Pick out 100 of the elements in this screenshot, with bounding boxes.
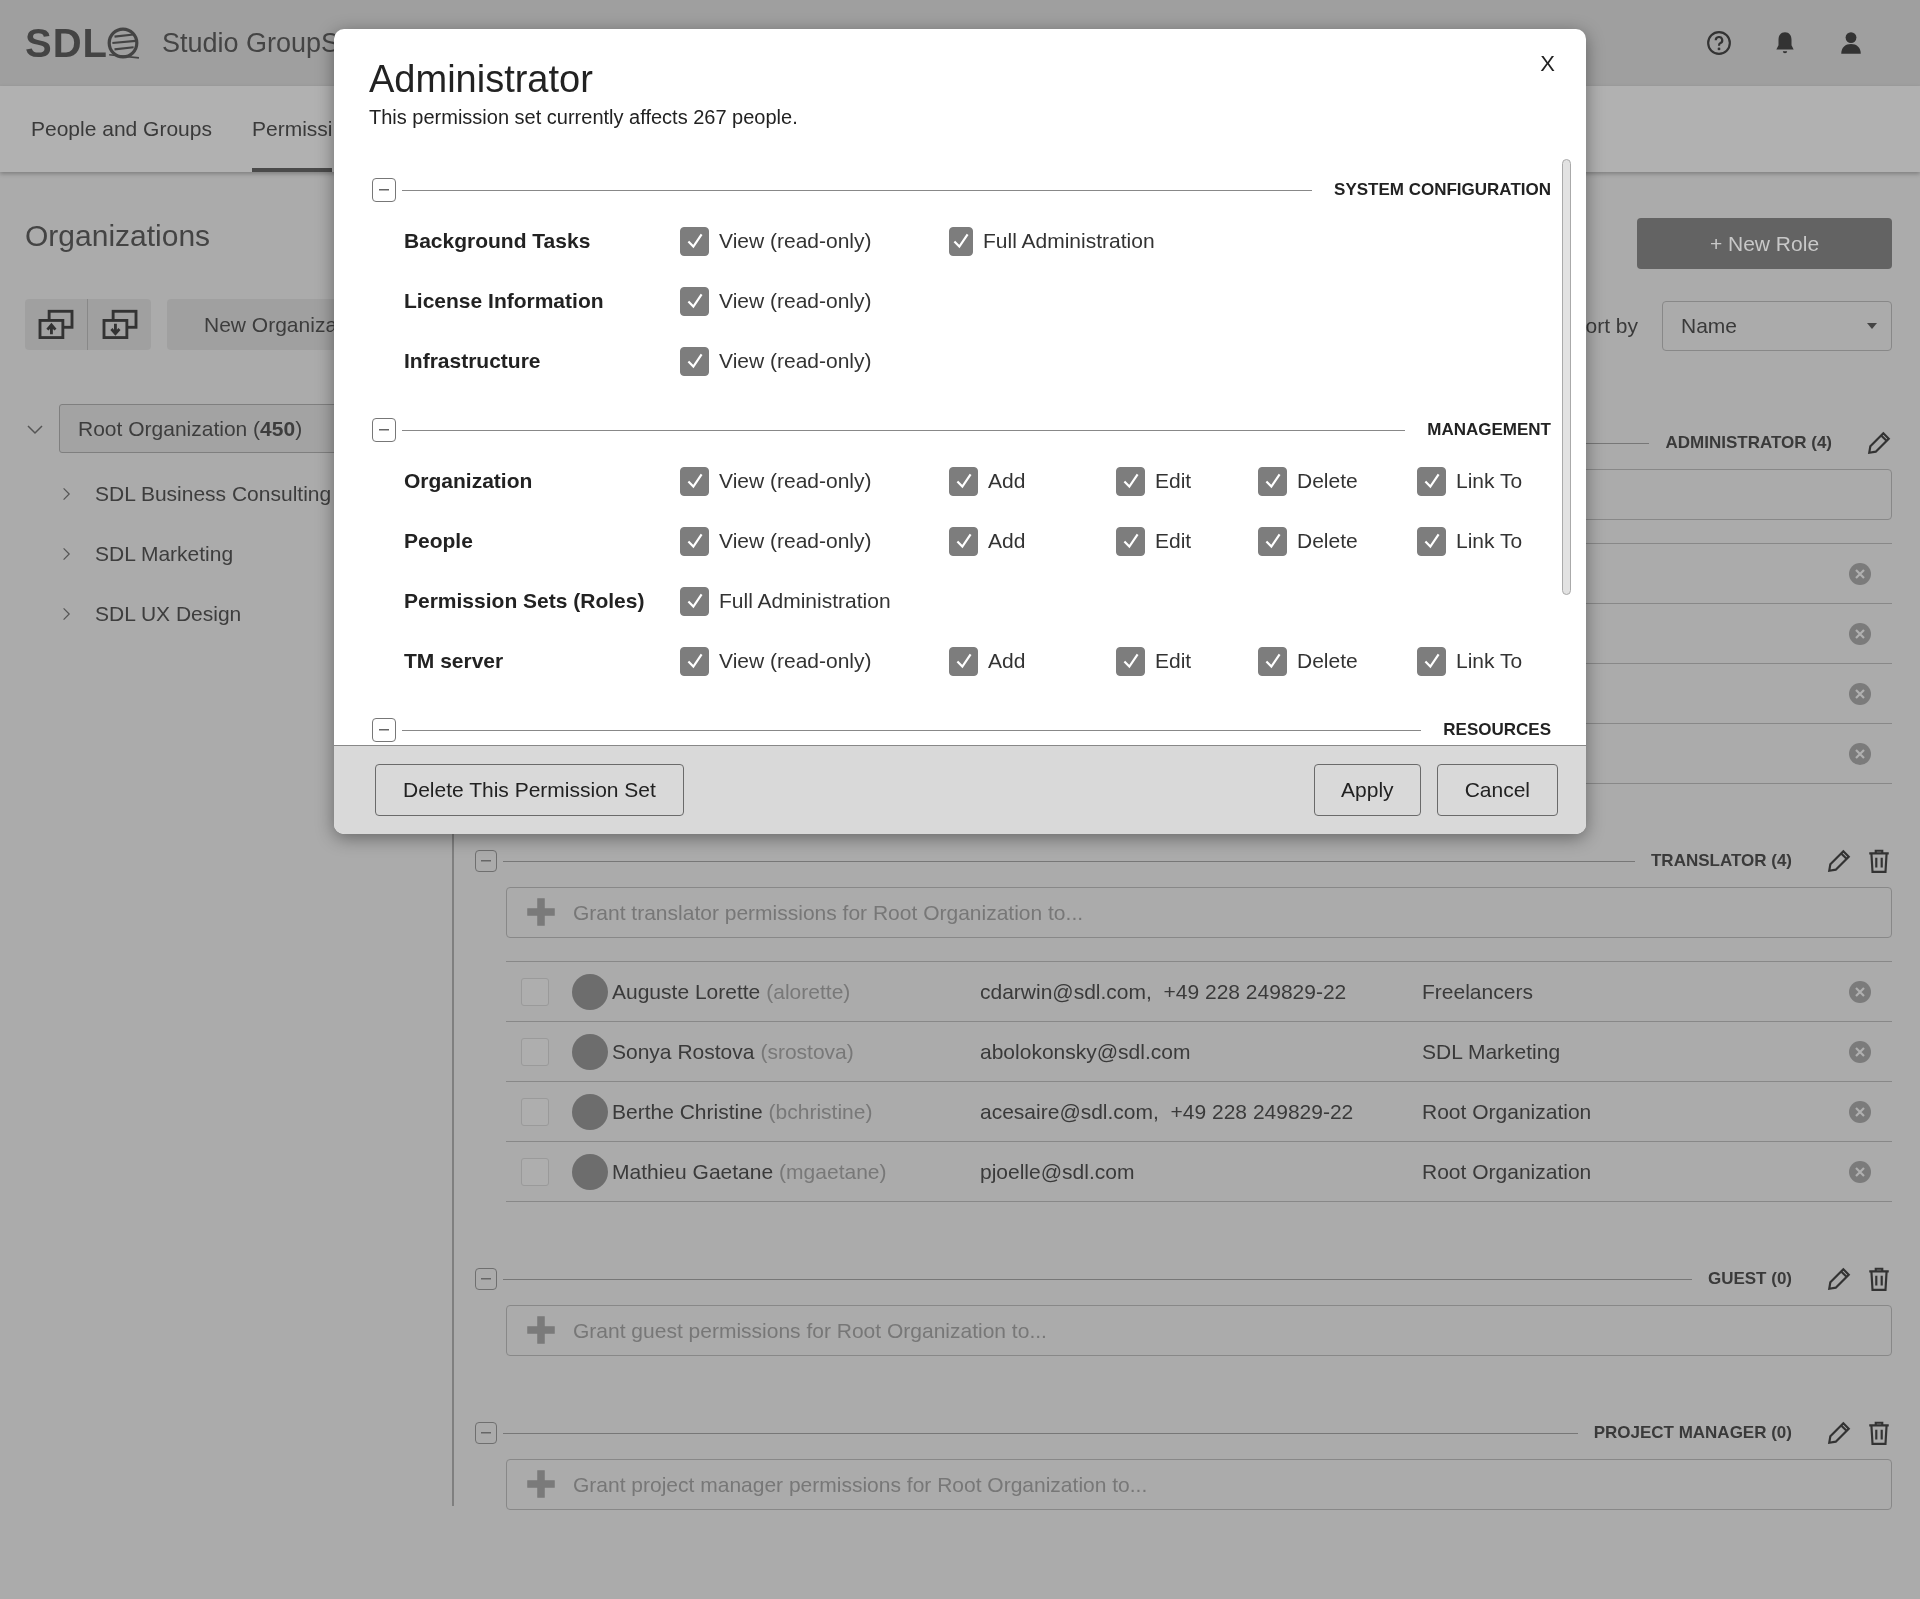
contact-text: cdarwin@sdl.com, +49 228 249829-22: [980, 979, 1348, 1004]
collapse-button[interactable]: [372, 178, 396, 202]
checkbox-label: Delete: [1297, 469, 1358, 493]
collapse-button[interactable]: [475, 1268, 497, 1290]
collapse-button[interactable]: [372, 718, 396, 742]
permission-name: Infrastructure: [403, 349, 542, 373]
edit-icon[interactable]: [1826, 1420, 1852, 1446]
user-icon[interactable]: [1838, 30, 1864, 56]
checkbox[interactable]: [949, 226, 973, 256]
collapse-button[interactable]: [475, 850, 497, 872]
plus-icon: [526, 897, 556, 927]
avatar: [572, 1093, 608, 1130]
checkbox[interactable]: [949, 646, 978, 676]
checkbox[interactable]: [1417, 526, 1446, 556]
checkbox-label: View (read-only): [719, 349, 872, 373]
checkbox[interactable]: [680, 226, 709, 256]
checkbox-label: Add: [988, 469, 1026, 493]
dialog-title: Administrator: [369, 57, 593, 102]
plus-icon: [526, 1469, 556, 1499]
delete-permission-set-button[interactable]: Delete This Permission Set: [375, 764, 684, 816]
scrollbar[interactable]: [1562, 159, 1571, 595]
minus-icon: [481, 860, 491, 862]
checkbox-label: View (read-only): [719, 289, 872, 313]
checkbox-label: View (read-only): [719, 229, 872, 253]
tree-item[interactable]: SDL Marketing: [94, 529, 235, 579]
help-icon[interactable]: [1706, 30, 1732, 56]
checkbox[interactable]: [1116, 646, 1145, 676]
window-down-arrow-icon: [100, 308, 139, 341]
section-title: RESOURCES: [1443, 720, 1551, 740]
delete-icon[interactable]: [1866, 848, 1892, 874]
checkbox[interactable]: [1258, 466, 1287, 496]
user-name: Auguste Lorette: [612, 979, 761, 1004]
tree-item[interactable]: SDL Business Consulting: [94, 469, 333, 519]
role-title: PROJECT MANAGER (0): [1593, 1423, 1792, 1443]
checkbox-label: Full Administration: [719, 589, 891, 613]
group-text: Freelancers: [1422, 979, 1534, 1004]
close-button[interactable]: X: [1536, 47, 1559, 81]
checkbox[interactable]: [680, 526, 709, 556]
edit-icon[interactable]: [1826, 1266, 1852, 1292]
upload-button[interactable]: [25, 299, 88, 350]
group-text: SDL Marketing: [1422, 1039, 1562, 1064]
plus-icon: [526, 1315, 556, 1345]
checkbox[interactable]: [680, 586, 709, 616]
logo-text: SDL: [25, 23, 108, 63]
edit-icon[interactable]: [1826, 848, 1852, 874]
checkbox[interactable]: [1116, 526, 1145, 556]
minus-icon: [379, 189, 389, 191]
caret-icon: [1867, 323, 1877, 329]
checkbox-label: Delete: [1297, 529, 1358, 553]
checkbox[interactable]: [680, 646, 709, 676]
section-title: SYSTEM CONFIGURATION: [1334, 180, 1551, 200]
checkbox[interactable]: [1417, 466, 1446, 496]
permission-name: TM server: [403, 649, 505, 673]
contact-text: abolokonsky@sdl.com: [980, 1039, 1192, 1064]
checkbox[interactable]: [1417, 646, 1446, 676]
checkbox-label: Delete: [1297, 649, 1358, 673]
apply-button[interactable]: Apply: [1314, 764, 1421, 816]
checkbox-label: View (read-only): [719, 649, 872, 673]
delete-icon[interactable]: [1866, 1266, 1892, 1292]
collapse-button[interactable]: [372, 418, 396, 442]
user-name: Berthe Christine: [612, 1099, 763, 1124]
section-title: MANAGEMENT: [1427, 420, 1551, 440]
delete-icon[interactable]: [1866, 1420, 1892, 1446]
checkbox-label: Edit: [1155, 529, 1192, 553]
minus-icon: [481, 1432, 491, 1434]
user-name: Sonya Rostova: [612, 1039, 755, 1064]
group-text: Root Organization: [1422, 1159, 1593, 1184]
edit-icon[interactable]: [1866, 430, 1892, 456]
checkbox[interactable]: [949, 526, 978, 556]
checkbox-label: Full Administration: [983, 229, 1155, 253]
permission-name: People: [403, 529, 474, 553]
role-title: TRANSLATOR (4): [1650, 851, 1792, 871]
tab[interactable]: People and Groups: [31, 86, 212, 172]
avatar: [572, 1153, 608, 1190]
checkbox[interactable]: [1116, 466, 1145, 496]
dialog-subtitle: This permission set currently affects 267 people.: [369, 106, 799, 129]
cancel-button[interactable]: Cancel: [1436, 764, 1558, 816]
sort-label: ort by: [1585, 314, 1638, 338]
checkbox[interactable]: [680, 286, 709, 316]
minus-icon: [481, 1278, 491, 1280]
permission-name: Background Tasks: [403, 229, 592, 253]
download-button[interactable]: [88, 299, 151, 350]
checkbox-label: View (read-only): [719, 529, 872, 553]
globe-logo-icon: [106, 26, 140, 60]
checkbox[interactable]: [1258, 526, 1287, 556]
checkbox-label: Link To: [1456, 649, 1523, 673]
user-name: Mathieu Gaetane: [612, 1159, 774, 1184]
checkbox-label: Edit: [1155, 469, 1192, 493]
checkbox-label: Add: [988, 649, 1026, 673]
sort-select[interactable]: Name: [1662, 301, 1892, 351]
avatar: [572, 973, 608, 1010]
checkbox[interactable]: [949, 466, 978, 496]
tree-item[interactable]: SDL UX Design: [94, 589, 243, 639]
checkbox[interactable]: [1258, 646, 1287, 676]
collapse-button[interactable]: [475, 1422, 497, 1444]
avatar: [572, 1033, 608, 1070]
window-up-arrow-icon: [37, 308, 75, 341]
new-role-button[interactable]: + New Role: [1637, 218, 1892, 269]
checkbox[interactable]: [680, 466, 709, 496]
checkbox[interactable]: [680, 346, 709, 376]
